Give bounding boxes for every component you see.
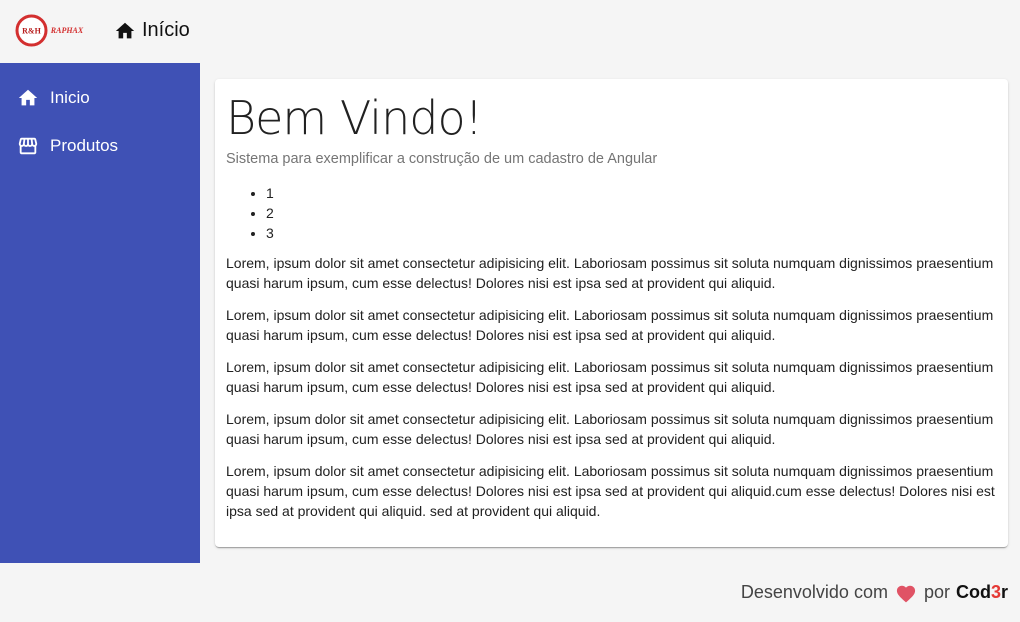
svg-text:RAPHAX: RAPHAX bbox=[50, 26, 84, 35]
list-item: 1 bbox=[266, 183, 997, 203]
list-item: 3 bbox=[266, 223, 997, 243]
welcome-heading: Bem Vindo! bbox=[226, 91, 483, 145]
storefront-icon bbox=[18, 137, 38, 155]
brand-text-c: r bbox=[1000, 582, 1008, 602]
lorem-paragraph: Lorem, ipsum dolor sit amet consectetur … bbox=[226, 307, 994, 343]
brand-text-accent: 3 bbox=[990, 582, 1001, 602]
sidebar-item-inicio[interactable]: Inicio bbox=[0, 74, 200, 122]
lorem-paragraph: Lorem, ipsum dolor sit amet consectetur … bbox=[226, 255, 994, 291]
footer-prefix: Desenvolvido com bbox=[740, 582, 888, 602]
footer-by: por bbox=[923, 582, 950, 602]
brand-link[interactable]: Cod3r bbox=[956, 582, 1008, 603]
company-logo[interactable]: R&H RAPHAX bbox=[15, 14, 89, 47]
page-title: Início bbox=[114, 19, 190, 42]
brand-text-a: Cod bbox=[955, 582, 991, 602]
list-item: 2 bbox=[266, 203, 997, 223]
top-toolbar: R&H RAPHAX Início bbox=[0, 0, 1020, 63]
sidebar-item-label: Produtos bbox=[50, 136, 119, 155]
page-title-text: Início bbox=[142, 19, 190, 41]
sidebar-nav: Inicio Produtos bbox=[0, 63, 200, 563]
heart-icon bbox=[896, 585, 916, 602]
home-icon bbox=[115, 22, 135, 38]
welcome-subtitle: Sistema para exemplificar a construção d… bbox=[226, 151, 658, 167]
welcome-card: Bem Vindo! Sistema para exemplificar a c… bbox=[215, 79, 1008, 547]
lorem-paragraph: Lorem, ipsum dolor sit amet consectetur … bbox=[226, 359, 994, 395]
lorem-paragraph: Lorem, ipsum dolor sit amet consectetur … bbox=[226, 411, 994, 447]
footer: Desenvolvido com por Cod3r bbox=[0, 563, 1020, 622]
footer-credit: Desenvolvido com por Cod3r bbox=[741, 582, 1008, 603]
numbered-bullet-list: 1 2 3 bbox=[266, 183, 997, 243]
sidebar-item-produtos[interactable]: Produtos bbox=[0, 122, 200, 170]
sidebar-item-label: Inicio bbox=[50, 88, 90, 107]
svg-text:R&H: R&H bbox=[22, 27, 41, 36]
home-icon bbox=[18, 89, 38, 106]
lorem-paragraph: Lorem, ipsum dolor sit amet consectetur … bbox=[226, 463, 995, 519]
